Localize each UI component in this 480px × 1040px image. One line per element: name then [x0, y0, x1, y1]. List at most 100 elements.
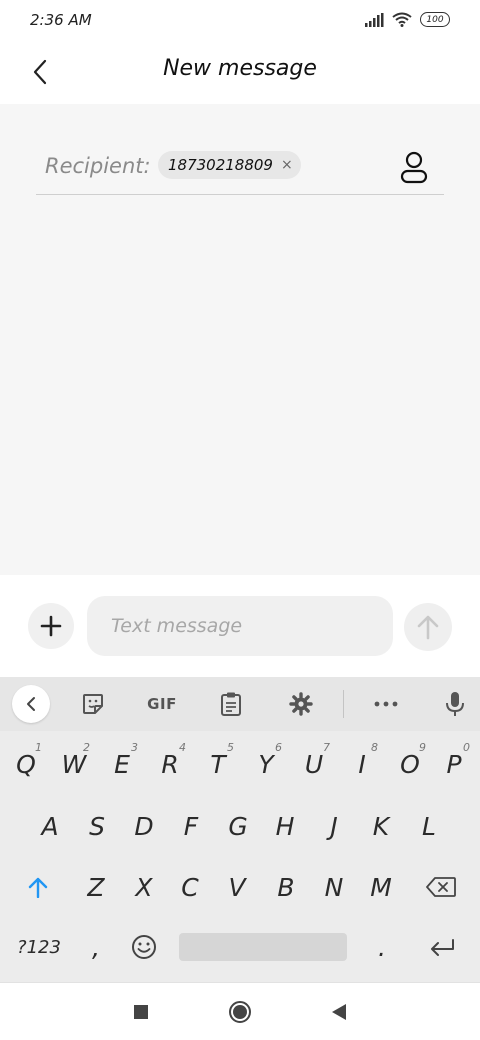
more-icon: [374, 701, 398, 707]
gif-button[interactable]: GIF: [140, 685, 184, 723]
key-hint: 8: [371, 741, 378, 754]
gear-icon: [289, 692, 313, 716]
period-key[interactable]: .: [362, 920, 402, 974]
key-hint: 3: [131, 741, 138, 754]
key-hint: 4: [179, 741, 186, 754]
home-button[interactable]: [225, 997, 255, 1027]
enter-icon: [431, 939, 454, 956]
key-g[interactable]: G: [214, 799, 262, 853]
key-label: T: [210, 749, 226, 779]
symbols-key[interactable]: ?123: [10, 920, 68, 974]
key-r[interactable]: R4: [146, 737, 194, 791]
comma-key[interactable]: ,: [76, 920, 116, 974]
attach-button[interactable]: [28, 603, 74, 649]
key-e[interactable]: E3: [98, 737, 146, 791]
sticker-button[interactable]: [74, 685, 112, 723]
toolbar-divider: [343, 690, 344, 718]
key-l[interactable]: L: [405, 799, 453, 853]
enter-key[interactable]: [420, 920, 464, 974]
clipboard-icon: [221, 692, 241, 716]
battery-indicator: 100: [420, 12, 450, 27]
message-input[interactable]: [87, 596, 393, 656]
key-label: I: [358, 749, 366, 779]
key-w[interactable]: W2: [50, 737, 98, 791]
emoji-icon: [132, 935, 156, 959]
key-c[interactable]: C: [166, 860, 214, 914]
more-options-button[interactable]: [367, 685, 405, 723]
key-m[interactable]: M: [357, 860, 405, 914]
key-u[interactable]: U7: [290, 737, 338, 791]
key-label: P: [446, 749, 462, 779]
key-q[interactable]: Q1: [2, 737, 50, 791]
voice-input-button[interactable]: [436, 685, 474, 723]
key-x[interactable]: X: [120, 860, 168, 914]
key-a[interactable]: A: [26, 799, 74, 853]
key-label: Y: [258, 749, 274, 779]
page-title: New message: [163, 56, 317, 81]
key-label: Q: [16, 749, 36, 779]
recipient-number: 18730218809: [168, 156, 273, 174]
key-hint: 6: [275, 741, 282, 754]
plus-icon: [40, 615, 62, 637]
key-t[interactable]: T5: [194, 737, 242, 791]
key-o[interactable]: O9: [386, 737, 434, 791]
key-v[interactable]: V: [213, 860, 261, 914]
key-f[interactable]: F: [167, 799, 215, 853]
key-s[interactable]: S: [73, 799, 121, 853]
square-icon: [134, 1005, 148, 1019]
backspace-key[interactable]: [416, 860, 466, 914]
keyboard: G I F Q 1 W 2 E 3 R 4 T 5 Y 6 U 7 I 8 O 9 …: [0, 677, 480, 982]
keyboard-settings-button[interactable]: [282, 685, 320, 723]
recipient-label: Recipient:: [45, 154, 151, 178]
triangle-back-icon: [332, 1004, 346, 1020]
key-n[interactable]: N: [310, 860, 358, 914]
recents-button[interactable]: [126, 997, 156, 1027]
backspace-icon: [426, 877, 456, 897]
emoji-key[interactable]: [122, 920, 166, 974]
sticker-icon: [83, 694, 103, 714]
message-content-area: Recipient: 18730218809 ×: [0, 104, 480, 575]
keyboard-toolbar: GIF: [0, 677, 480, 731]
system-navigation-bar: [0, 982, 480, 1040]
recipient-chip[interactable]: 18730218809 ×: [158, 151, 301, 179]
key-label: R: [161, 749, 179, 779]
space-key[interactable]: [179, 933, 347, 961]
composer-bar: [0, 575, 480, 677]
wifi-icon: [392, 12, 412, 27]
keyboard-collapse-button[interactable]: [12, 685, 50, 723]
recipient-row: Recipient: 18730218809 ×: [36, 140, 444, 195]
send-arrow-icon: [417, 615, 439, 640]
key-hint: 2: [83, 741, 90, 754]
key-d[interactable]: D: [120, 799, 168, 853]
key-hint: 0: [463, 741, 470, 754]
key-label: E: [114, 749, 130, 779]
signal-icon: [365, 12, 384, 27]
key-hint: 7: [323, 741, 330, 754]
key-y[interactable]: Y6: [242, 737, 290, 791]
key-h[interactable]: H: [261, 799, 309, 853]
key-i[interactable]: I8: [338, 737, 386, 791]
key-hint: 5: [227, 741, 234, 754]
collapse-icon: [27, 697, 35, 711]
key-j[interactable]: J: [310, 799, 358, 853]
status-bar: 2:36 AM 100: [0, 0, 480, 42]
key-hint: 1: [35, 741, 42, 754]
key-z[interactable]: Z: [72, 860, 120, 914]
remove-recipient-button[interactable]: ×: [281, 157, 293, 173]
key-p[interactable]: P0: [430, 737, 478, 791]
status-icons: 100: [364, 12, 450, 27]
shift-icon: [28, 877, 48, 898]
shift-key[interactable]: [14, 860, 62, 914]
status-time: 2:36 AM: [30, 11, 92, 29]
key-hint: 9: [419, 741, 426, 754]
system-back-button[interactable]: [324, 997, 354, 1027]
key-k[interactable]: K: [357, 799, 405, 853]
key-label: O: [400, 749, 420, 779]
contact-icon: [400, 151, 428, 184]
contact-picker-button[interactable]: [398, 150, 430, 184]
clipboard-button[interactable]: [212, 685, 250, 723]
key-b[interactable]: B: [262, 860, 310, 914]
microphone-icon: [446, 692, 464, 716]
send-button[interactable]: [404, 603, 452, 651]
circle-icon: [229, 1001, 251, 1023]
